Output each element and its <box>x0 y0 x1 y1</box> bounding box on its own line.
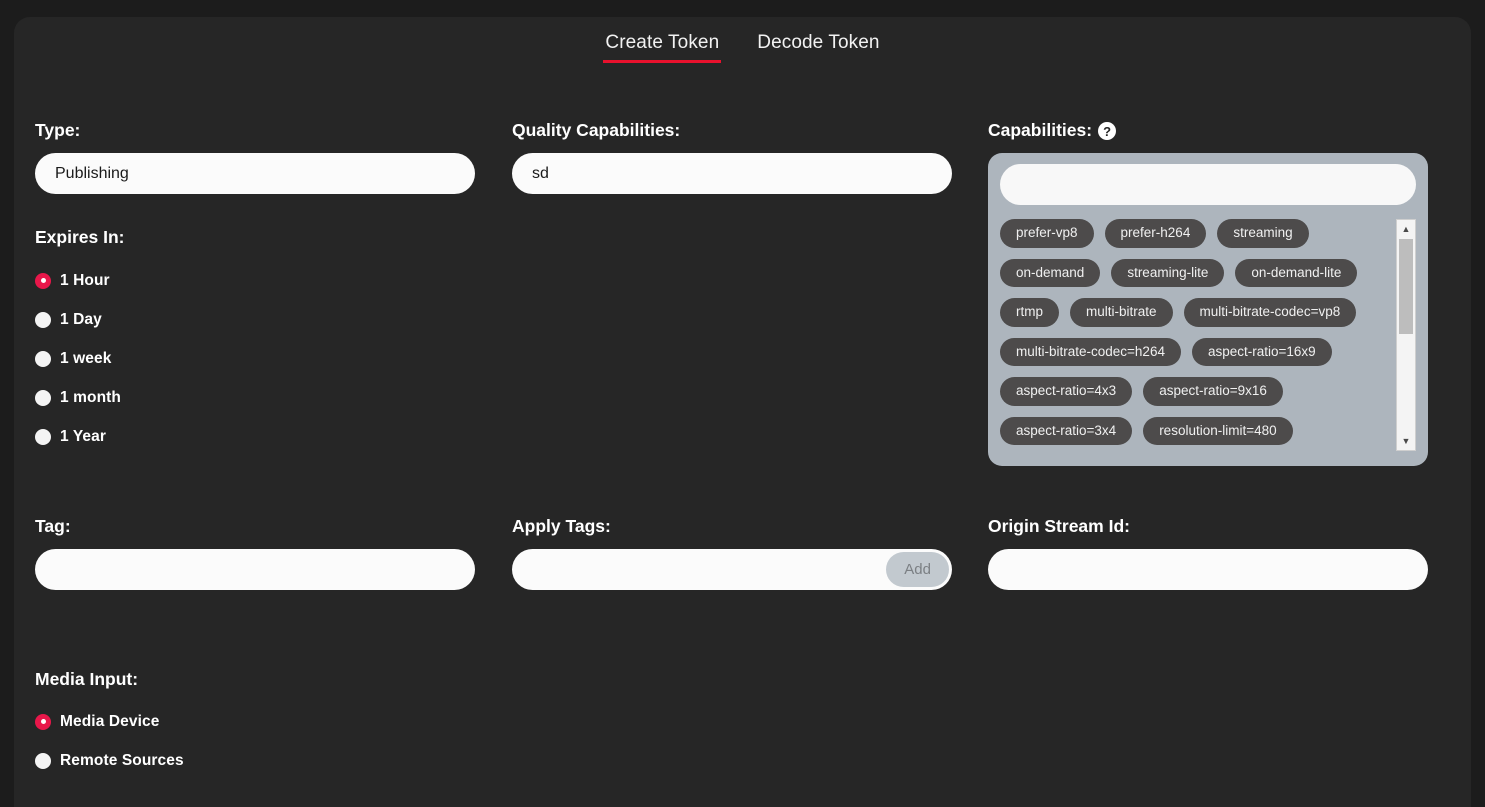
capabilities-section: Capabilities: ? prefer-vp8 prefer-h264 s… <box>988 120 1428 466</box>
radio-icon <box>35 752 51 769</box>
radio-icon <box>35 713 51 730</box>
radio-icon <box>35 428 51 445</box>
capability-tag[interactable]: multi-bitrate <box>1070 298 1173 327</box>
quality-capabilities-input[interactable] <box>512 153 952 194</box>
capabilities-label: Capabilities: ? <box>988 120 1428 140</box>
radio-icon <box>35 350 51 367</box>
capability-tag[interactable]: aspect-ratio=9x16 <box>1143 377 1283 406</box>
capability-tag[interactable]: on-demand <box>1000 258 1101 287</box>
expires-option-1-hour[interactable]: 1 Hour <box>35 261 475 300</box>
capabilities-tag-list: prefer-vp8 prefer-h264 streaming on-dema… <box>1000 219 1416 459</box>
tab-bar: Create Token Decode Token <box>14 17 1471 63</box>
capabilities-multiselect: prefer-vp8 prefer-h264 streaming on-dema… <box>988 153 1428 466</box>
scroll-down-arrow-icon[interactable]: ▼ <box>1397 432 1415 450</box>
apply-tags-input-wrapper: Add <box>512 549 952 590</box>
radio-icon <box>35 272 51 289</box>
expires-option-label: 1 Year <box>60 427 107 445</box>
add-tag-button[interactable]: Add <box>886 552 949 587</box>
capability-tag[interactable]: streaming-lite <box>1111 258 1225 287</box>
capability-tag[interactable]: prefer-vp8 <box>1000 219 1094 248</box>
media-input-label: Media Input: <box>35 669 139 689</box>
media-option-media-device[interactable]: Media Device <box>35 702 475 741</box>
media-option-label: Media Device <box>60 712 160 730</box>
capability-tag[interactable]: multi-bitrate-codec=vp8 <box>1183 298 1357 327</box>
quality-capabilities-section: Quality Capabilities: <box>512 120 952 194</box>
expires-option-1-week[interactable]: 1 week <box>35 339 475 378</box>
capability-tag[interactable]: aspect-ratio=4x3 <box>1000 377 1133 406</box>
type-label: Type: <box>35 120 81 140</box>
capability-tag[interactable]: multi-bitrate-codec=h264 <box>1000 337 1181 366</box>
expires-option-1-month[interactable]: 1 month <box>35 378 475 417</box>
tab-decode-token[interactable]: Decode Token <box>755 30 881 60</box>
capability-tag[interactable]: aspect-ratio=3x4 <box>1000 416 1133 445</box>
scroll-up-arrow-icon[interactable]: ▲ <box>1397 220 1415 238</box>
type-section: Type: Expires In: 1 Hour 1 Day 1 week <box>35 120 475 456</box>
origin-stream-id-label: Origin Stream Id: <box>988 516 1130 536</box>
expires-option-1-year[interactable]: 1 Year <box>35 417 475 456</box>
scrollbar-thumb[interactable] <box>1399 239 1413 334</box>
radio-icon <box>35 389 51 406</box>
expires-in-label: Expires In: <box>35 227 125 247</box>
radio-icon <box>35 311 51 328</box>
expires-option-label: 1 month <box>60 388 121 406</box>
media-input-section: Media Input: Media Device Remote Sources <box>35 669 475 780</box>
capability-tag[interactable]: rtmp <box>1000 298 1059 327</box>
expires-option-label: 1 week <box>60 349 112 367</box>
capabilities-tag-wrap: prefer-vp8 prefer-h264 streaming on-dema… <box>1000 219 1384 445</box>
capability-tag[interactable]: prefer-h264 <box>1104 219 1207 248</box>
capabilities-scrollbar[interactable]: ▲ ▼ <box>1396 219 1416 451</box>
question-mark-icon[interactable]: ? <box>1098 122 1117 140</box>
origin-stream-id-section: Origin Stream Id: <box>988 516 1428 590</box>
media-option-remote-sources[interactable]: Remote Sources <box>35 741 475 780</box>
tag-label: Tag: <box>35 516 71 536</box>
expires-option-label: 1 Hour <box>60 271 110 289</box>
apply-tags-section: Apply Tags: Add <box>512 516 952 590</box>
media-option-label: Remote Sources <box>60 751 184 769</box>
expires-option-label: 1 Day <box>60 310 102 328</box>
expires-option-1-day[interactable]: 1 Day <box>35 300 475 339</box>
type-input[interactable] <box>35 153 475 194</box>
apply-tags-label: Apply Tags: <box>512 516 611 536</box>
capability-tag[interactable]: on-demand-lite <box>1235 258 1358 287</box>
capabilities-label-text: Capabilities: <box>988 120 1093 140</box>
tag-input[interactable] <box>35 549 475 590</box>
expires-in-radio-group: 1 Hour 1 Day 1 week 1 month 1 Year <box>35 261 475 456</box>
capability-tag[interactable]: streaming <box>1217 219 1309 248</box>
capability-tag[interactable]: aspect-ratio=16x9 <box>1191 337 1332 366</box>
origin-stream-id-input[interactable] <box>988 549 1428 590</box>
token-form-panel: Create Token Decode Token Type: Expires … <box>14 17 1471 807</box>
tag-section: Tag: <box>35 516 475 590</box>
capability-tag[interactable]: resolution-limit=480 <box>1143 416 1293 445</box>
quality-capabilities-label: Quality Capabilities: <box>512 120 681 140</box>
tab-create-token[interactable]: Create Token <box>603 30 722 63</box>
capabilities-search-input[interactable] <box>1000 164 1416 205</box>
media-input-radio-group: Media Device Remote Sources <box>35 702 475 780</box>
